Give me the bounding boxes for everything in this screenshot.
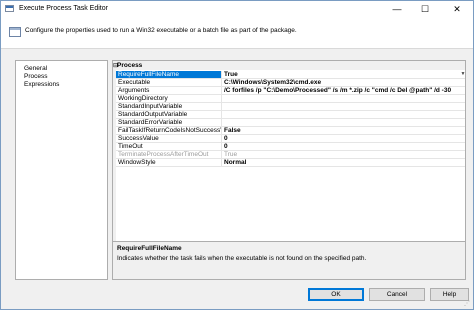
property-value[interactable]: 0 xyxy=(224,143,457,150)
property-name: RequireFullFileName xyxy=(116,71,222,78)
property-value[interactable]: True xyxy=(224,71,457,78)
resize-grip-icon[interactable]: ⋰ xyxy=(464,301,471,308)
property-row-failtaskifreturncodeisnotsuccessvalue[interactable]: FailTaskIfReturnCodeIsNotSuccessValue Fa… xyxy=(116,127,465,135)
property-value[interactable]: C:\Windows\System32\cmd.exe xyxy=(224,79,457,86)
property-description-pane: RequireFullFileName Indicates whether th… xyxy=(112,242,466,280)
ok-button[interactable]: OK xyxy=(308,288,364,301)
close-button[interactable]: ✕ xyxy=(447,2,467,16)
property-name: WindowStyle xyxy=(116,159,222,166)
property-name: StandardInputVariable xyxy=(116,103,222,110)
cancel-button[interactable]: Cancel xyxy=(369,288,425,301)
description-text: Indicates whether the task fails when th… xyxy=(117,255,367,262)
task-icon xyxy=(9,27,21,37)
maximize-button[interactable]: ☐ xyxy=(415,2,435,16)
property-row-terminateprocessaftertimeout: TerminateProcessAfterTimeOut True xyxy=(116,151,465,159)
nav-item-process[interactable]: Process xyxy=(24,73,47,80)
property-name: TerminateProcessAfterTimeOut xyxy=(116,151,222,158)
nav-item-general[interactable]: General xyxy=(24,65,47,72)
property-name: Executable xyxy=(116,79,222,86)
help-button[interactable]: Help xyxy=(430,288,469,301)
property-row-standarderrorvariable[interactable]: StandardErrorVariable xyxy=(116,119,465,127)
category-row-process[interactable]: ⊟ Process xyxy=(113,61,465,70)
property-value[interactable] xyxy=(224,95,457,102)
property-value[interactable] xyxy=(224,111,457,118)
property-value[interactable]: /C forfiles /p "C:\Demo\Processed" /s /m… xyxy=(224,87,457,94)
property-row-requirefullfilename[interactable]: RequireFullFileName True ▼ xyxy=(116,71,465,79)
property-value[interactable]: Normal xyxy=(224,159,457,166)
property-name: FailTaskIfReturnCodeIsNotSuccessValue xyxy=(118,127,222,134)
chevron-down-icon[interactable]: ▼ xyxy=(460,71,465,78)
nav-item-expressions[interactable]: Expressions xyxy=(24,81,59,88)
property-grid: ⊟ Process RequireFullFileName True ▼ Exe… xyxy=(112,60,466,242)
property-value[interactable]: False xyxy=(224,127,457,134)
property-name: StandardOutputVariable xyxy=(116,111,222,118)
title-bar[interactable]: Execute Process Task Editor — ☐ ✕ xyxy=(1,1,473,18)
page-navigation-list: General Process Expressions xyxy=(15,60,108,280)
property-name: TimeOut xyxy=(116,143,222,150)
property-name: WorkingDirectory xyxy=(116,95,222,102)
property-row-executable[interactable]: Executable C:\Windows\System32\cmd.exe xyxy=(116,79,465,87)
header-description: Configure the properties used to run a W… xyxy=(25,27,297,34)
category-label: Process xyxy=(117,62,143,69)
dialog-header: Configure the properties used to run a W… xyxy=(1,18,473,49)
property-value[interactable] xyxy=(224,119,457,126)
property-value: True xyxy=(224,151,238,158)
property-row-standardoutputvariable[interactable]: StandardOutputVariable xyxy=(116,111,465,119)
description-title: RequireFullFileName xyxy=(117,245,182,252)
property-row-workingdirectory[interactable]: WorkingDirectory xyxy=(116,95,465,103)
property-row-successvalue[interactable]: SuccessValue 0 xyxy=(116,135,465,143)
property-name: Arguments xyxy=(116,87,222,94)
window-app-icon xyxy=(5,5,14,12)
property-row-arguments[interactable]: Arguments /C forfiles /p "C:\Demo\Proces… xyxy=(116,87,465,95)
property-name: StandardErrorVariable xyxy=(116,119,222,126)
minimize-button[interactable]: — xyxy=(387,2,407,16)
property-value[interactable]: 0 xyxy=(224,135,457,142)
property-value[interactable] xyxy=(224,103,457,110)
execute-process-task-editor-window: Execute Process Task Editor — ☐ ✕ Config… xyxy=(0,0,474,310)
property-name: SuccessValue xyxy=(116,135,222,142)
property-row-windowstyle[interactable]: WindowStyle Normal xyxy=(116,159,465,167)
window-title: Execute Process Task Editor xyxy=(19,5,108,12)
property-row-timeout[interactable]: TimeOut 0 xyxy=(116,143,465,151)
property-row-standardinputvariable[interactable]: StandardInputVariable xyxy=(116,103,465,111)
